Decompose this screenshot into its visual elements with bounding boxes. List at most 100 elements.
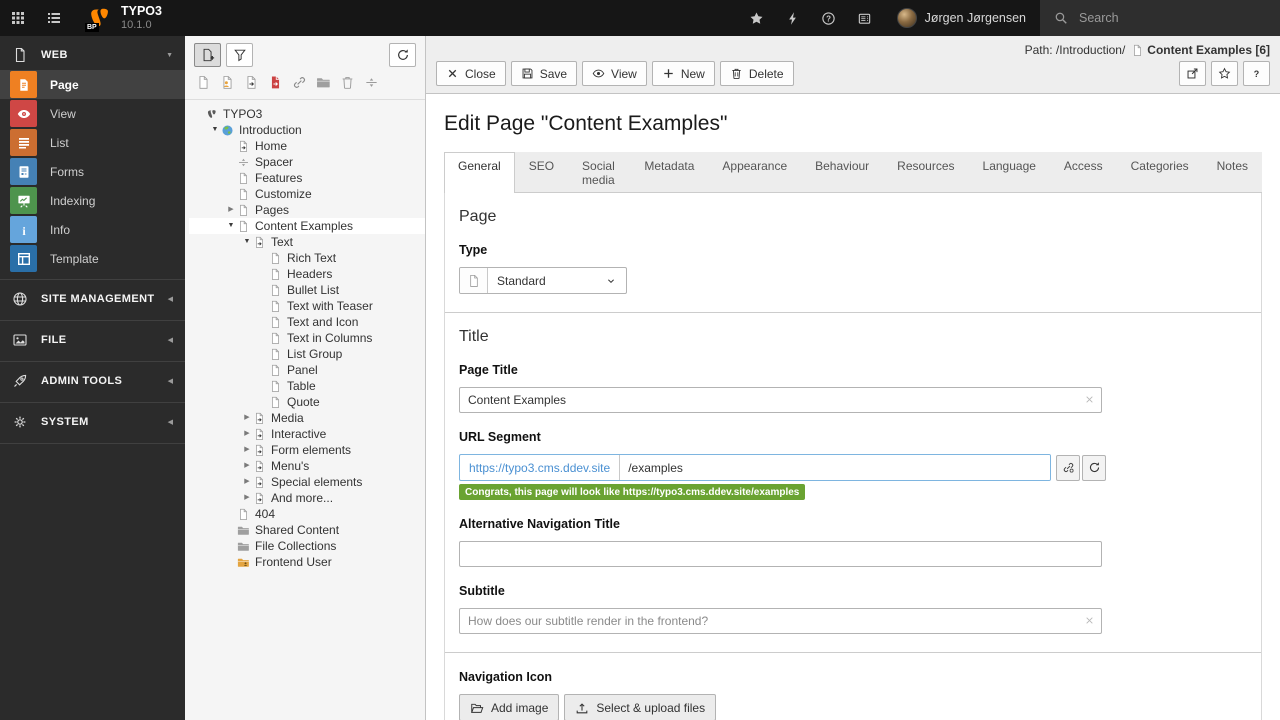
- drag-new-doc-user-icon[interactable]: [220, 75, 235, 90]
- tree-item-introduction[interactable]: ▼ Introduction: [189, 122, 425, 138]
- tree-item-content-examples[interactable]: ▼ Content Examples: [189, 218, 425, 234]
- module-item-forms[interactable]: Forms: [0, 157, 185, 186]
- drag-new-separator-icon[interactable]: [364, 75, 379, 90]
- tab-appearance[interactable]: Appearance: [708, 152, 801, 192]
- select-upload-button[interactable]: Select & upload files: [564, 694, 717, 720]
- clear-icon[interactable]: [1083, 393, 1096, 406]
- tab-social-media[interactable]: Social media: [568, 152, 630, 192]
- view-button[interactable]: View: [582, 61, 647, 86]
- expander-open-icon[interactable]: ▼: [209, 122, 221, 138]
- module-section-header-admin-tools[interactable]: ADMIN TOOLS ◀: [0, 366, 185, 396]
- tab-general[interactable]: General: [444, 152, 515, 193]
- user-menu[interactable]: Jørgen Jørgensen: [883, 0, 1040, 36]
- alt-nav-title-input[interactable]: [459, 541, 1102, 567]
- tree-item-text[interactable]: ▼ Text: [189, 234, 425, 250]
- tab-metadata[interactable]: Metadata: [630, 152, 708, 192]
- drag-new-folder-icon[interactable]: [316, 75, 331, 90]
- tree-item-menu-s[interactable]: ▶ Menu's: [189, 458, 425, 474]
- drag-new-doc-icon[interactable]: [196, 75, 211, 90]
- tree-item-and-more[interactable]: ▶ And more...: [189, 490, 425, 506]
- tree-item-special-elements[interactable]: ▶ Special elements: [189, 474, 425, 490]
- module-item-template[interactable]: Template: [0, 244, 185, 273]
- tab-seo[interactable]: SEO: [515, 152, 568, 192]
- sysinfo-button[interactable]: [847, 0, 883, 36]
- tree-item-headers[interactable]: Headers: [189, 266, 425, 282]
- modulemenu-toggle-button[interactable]: [0, 0, 36, 36]
- expander-closed-icon[interactable]: ▶: [241, 426, 253, 442]
- tree-item-customize[interactable]: Customize: [189, 186, 425, 202]
- bolt-button[interactable]: [775, 0, 811, 36]
- tree-item-panel[interactable]: Panel: [189, 362, 425, 378]
- expander-open-icon[interactable]: ▼: [225, 218, 237, 234]
- expander-closed-icon[interactable]: ▶: [225, 202, 237, 218]
- tree-item-frontend-user[interactable]: Frontend User: [189, 554, 425, 570]
- pagetree-toggle-button[interactable]: [36, 0, 72, 36]
- tree-item-quote[interactable]: Quote: [189, 394, 425, 410]
- module-item-list[interactable]: List: [0, 128, 185, 157]
- save-button[interactable]: Save: [510, 61, 578, 86]
- expander-closed-icon[interactable]: ▶: [241, 458, 253, 474]
- add-image-button[interactable]: Add image: [459, 694, 560, 720]
- open-new-window-button[interactable]: [1179, 61, 1206, 86]
- tree-item-home[interactable]: Home: [189, 138, 425, 154]
- module-item-info[interactable]: i Info: [0, 215, 185, 244]
- new-page-button[interactable]: [194, 43, 221, 67]
- star-button[interactable]: [739, 0, 775, 36]
- module-item-page[interactable]: Page: [0, 70, 185, 99]
- tree-item-text-with-teaser[interactable]: Text with Teaser: [189, 298, 425, 314]
- tab-behaviour[interactable]: Behaviour: [801, 152, 883, 192]
- module-section-header-site-management[interactable]: SITE MANAGEMENT ◀: [0, 284, 185, 314]
- subtitle-input[interactable]: [459, 608, 1102, 634]
- tree-item-typo3[interactable]: TYPO3: [189, 106, 425, 122]
- tree-item-media[interactable]: ▶ Media: [189, 410, 425, 426]
- expander-closed-icon[interactable]: ▶: [241, 410, 253, 426]
- tree-item-file-collections[interactable]: File Collections: [189, 538, 425, 554]
- tree-refresh-button[interactable]: [389, 43, 416, 67]
- page-type-select[interactable]: Standard: [459, 267, 627, 294]
- page-title-input[interactable]: [459, 387, 1102, 413]
- tab-access[interactable]: Access: [1050, 152, 1117, 192]
- tree-item-form-elements[interactable]: ▶ Form elements: [189, 442, 425, 458]
- tree-item-table[interactable]: Table: [189, 378, 425, 394]
- tree-item-list-group[interactable]: List Group: [189, 346, 425, 362]
- tab-notes[interactable]: Notes: [1203, 152, 1262, 192]
- clear-icon[interactable]: [1083, 614, 1096, 627]
- star-outline-button[interactable]: [1211, 61, 1238, 86]
- tree-item-404[interactable]: 404: [189, 506, 425, 522]
- tab-categories[interactable]: Categories: [1117, 152, 1203, 192]
- expander-closed-icon[interactable]: ▶: [241, 474, 253, 490]
- tree-item-bullet-list[interactable]: Bullet List: [189, 282, 425, 298]
- tree-item-shared-content[interactable]: Shared Content: [189, 522, 425, 538]
- module-item-indexing[interactable]: Indexing: [0, 186, 185, 215]
- new-button[interactable]: New: [651, 61, 715, 86]
- tree-item-pages[interactable]: ▶ Pages: [189, 202, 425, 218]
- tree-item-interactive[interactable]: ▶ Interactive: [189, 426, 425, 442]
- close-button[interactable]: Close: [436, 61, 506, 86]
- drag-new-doc-mount-icon[interactable]: [268, 75, 283, 90]
- tree-item-features[interactable]: Features: [189, 170, 425, 186]
- tree-item-spacer[interactable]: Spacer: [189, 154, 425, 170]
- expander-closed-icon[interactable]: ▶: [241, 442, 253, 458]
- tree-item-text-in-columns[interactable]: Text in Columns: [189, 330, 425, 346]
- module-section-header-file[interactable]: FILE ◀: [0, 325, 185, 355]
- module-item-view[interactable]: View: [0, 99, 185, 128]
- expander-open-icon[interactable]: ▼: [241, 234, 253, 250]
- help-button[interactable]: ?: [811, 0, 847, 36]
- expander-closed-icon[interactable]: ▶: [241, 490, 253, 506]
- url-toggle-button[interactable]: [1056, 454, 1080, 481]
- tab-language[interactable]: Language: [969, 152, 1050, 192]
- delete-button[interactable]: Delete: [719, 61, 794, 86]
- toolbar-search[interactable]: [1040, 0, 1280, 36]
- drag-new-doc-arrow-icon[interactable]: [244, 75, 259, 90]
- search-input[interactable]: [1077, 10, 1247, 26]
- tree-item-text-and-icon[interactable]: Text and Icon: [189, 314, 425, 330]
- drag-new-trash-sm-icon[interactable]: [340, 75, 355, 90]
- filter-button[interactable]: [226, 43, 253, 67]
- module-section-header-web[interactable]: WEB ▼: [0, 40, 185, 70]
- tree-item-rich-text[interactable]: Rich Text: [189, 250, 425, 266]
- url-segment-input[interactable]: [620, 455, 1050, 480]
- url-prefix-link[interactable]: https://typo3.cms.ddev.site: [460, 455, 621, 480]
- module-section-header-system[interactable]: SYSTEM ◀: [0, 407, 185, 437]
- tab-resources[interactable]: Resources: [883, 152, 968, 192]
- drag-new-link-icon[interactable]: [292, 75, 307, 90]
